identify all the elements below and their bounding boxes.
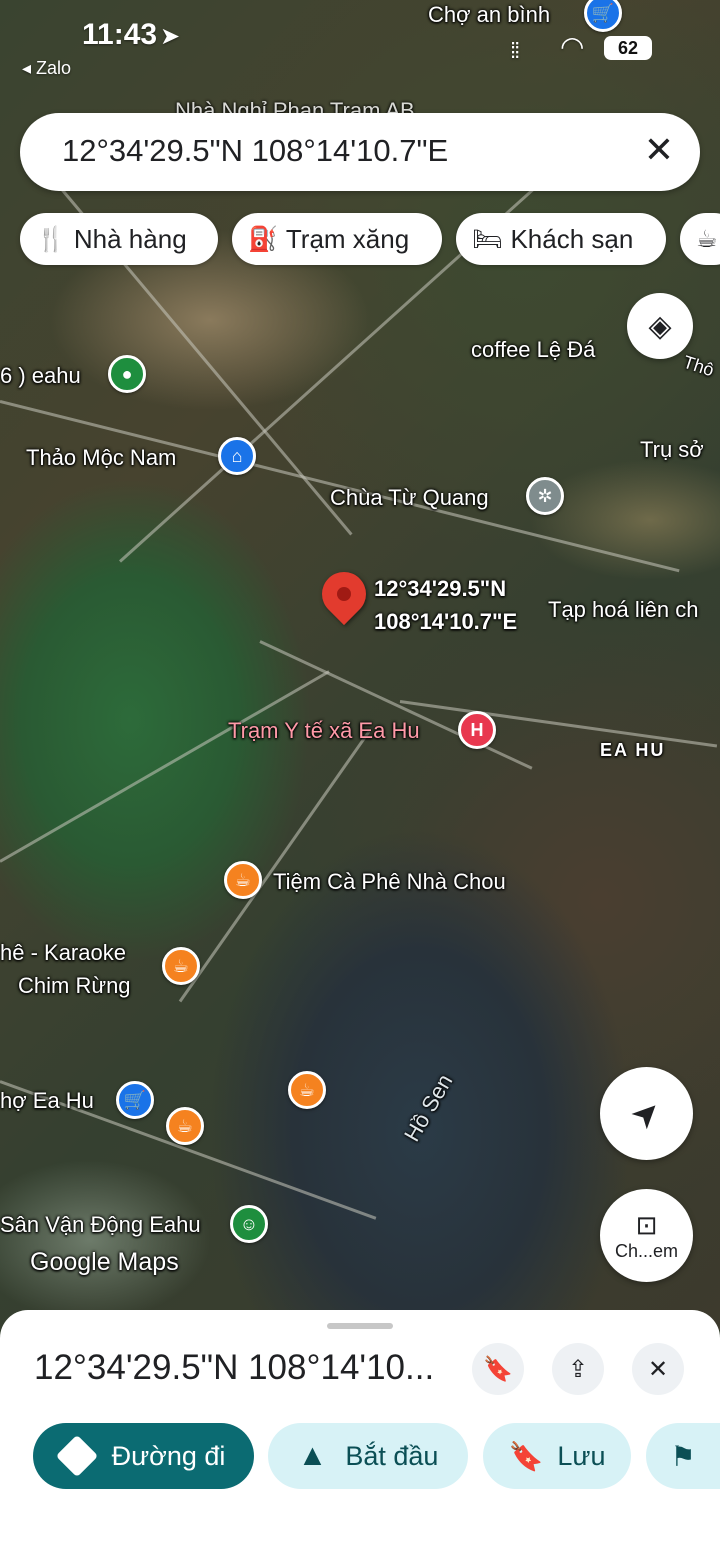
place-label[interactable]: Trạm Y tế xã Ea Hu (228, 718, 420, 744)
shopping-bag-icon[interactable]: ⌂ (218, 437, 256, 475)
chip-gas-stations[interactable]: ⛽ Trạm xăng (232, 213, 442, 265)
navigation-icon: ▲ (297, 1439, 328, 1472)
dropped-pin-icon[interactable] (312, 562, 376, 626)
place-green-icon[interactable]: ● (108, 355, 146, 393)
status-time: 11:43 (82, 18, 158, 51)
place-label[interactable]: hê - Karaoke (0, 940, 126, 966)
chip-label: Khách sạn (510, 223, 634, 254)
area-label: EA HU (600, 740, 666, 760)
pin-coordinate-lng: 108°14'10.7"E (374, 609, 518, 634)
bookmark-icon: 🔖 (508, 1440, 544, 1472)
place-label[interactable]: hợ Ea Hu (0, 1088, 94, 1114)
search-bar[interactable]: 12°34'29.5"N 108°14'10.7"E ✕ (20, 113, 700, 191)
place-label[interactable]: Chùa Từ Quang (330, 485, 489, 511)
close-icon: ✕ (647, 1355, 669, 1383)
cafe-icon: ☕ (696, 225, 718, 253)
place-label[interactable]: 6 ) eahu (0, 363, 81, 389)
bookmark-button[interactable]: 🔖 (472, 1343, 524, 1395)
cafe-icon[interactable]: ☕ (166, 1107, 204, 1145)
hotel-icon: 🛏 (472, 225, 503, 253)
search-query[interactable]: 12°34'29.5"N 108°14'10.7"E (62, 133, 448, 169)
place-label: Thô (680, 351, 717, 381)
save-label: Lưu (557, 1440, 606, 1471)
sheet-drag-handle[interactable] (327, 1323, 393, 1329)
road (399, 700, 718, 748)
directions-label: Đường đi (111, 1440, 226, 1471)
sheet-title: 12°34'29.5"N 108°14'10... (34, 1348, 435, 1387)
recenter-button[interactable]: ➤ (600, 1067, 693, 1160)
battery-indicator: 62 (604, 36, 652, 60)
navigation-arrow-icon: ➤ (622, 1089, 671, 1138)
close-icon[interactable]: ✕ (644, 129, 674, 171)
road (178, 730, 371, 1003)
location-arrow-icon: ➤ (160, 23, 181, 50)
place-label[interactable]: Chợ an bình (428, 2, 550, 28)
camera-search-button[interactable]: ⊡ Ch...em (600, 1189, 693, 1282)
back-caret-icon: ◂ (22, 58, 37, 78)
share-button[interactable]: ⇪ (552, 1343, 604, 1395)
pin-coordinate-lat: 12°34'29.5"N (374, 576, 507, 601)
close-sheet-button[interactable]: ✕ (632, 1343, 684, 1395)
flag-icon: ⚑ (670, 1440, 696, 1472)
road (0, 670, 330, 863)
back-app-label: Zalo (36, 58, 72, 78)
save-button[interactable]: 🔖 Lưu (483, 1423, 631, 1489)
place-label[interactable]: Sân Vận Động Eahu (0, 1212, 201, 1238)
place-label[interactable]: Tiệm Cà Phê Nhà Chou (273, 869, 506, 895)
start-button[interactable]: ▲ Bắt đầu (268, 1423, 468, 1489)
label-button[interactable]: ⚑ (646, 1423, 720, 1489)
signal-icon: ⁞⁞ (510, 38, 520, 63)
directions-button[interactable]: Đường đi (33, 1423, 254, 1489)
share-icon: ⇪ (567, 1355, 589, 1383)
cafe-icon[interactable]: ☕ (224, 861, 262, 899)
bookmark-icon: 🔖 (483, 1355, 513, 1383)
google-maps-watermark: Google Maps (30, 1248, 179, 1276)
hospital-icon[interactable]: H (458, 711, 496, 749)
road (259, 640, 533, 770)
chip-label: Trạm xăng (285, 223, 410, 254)
chip-restaurants[interactable]: 🍴 Nhà hàng (20, 213, 218, 265)
road (28, 150, 353, 536)
wifi-icon: ◠ (560, 31, 585, 62)
temple-icon[interactable]: ✲ (526, 477, 564, 515)
shopping-cart-icon[interactable]: 🛒 (584, 0, 622, 32)
cafe-icon[interactable]: ☕ (288, 1071, 326, 1109)
back-to-app[interactable]: ◂ Zalo (22, 58, 71, 79)
gas-station-icon: ⛽ (248, 225, 278, 253)
camera-icon: ⊡ (635, 1209, 658, 1240)
shopping-cart-icon[interactable]: 🛒 (116, 1081, 154, 1119)
place-label[interactable]: Tạp hoá liên ch (548, 597, 698, 623)
layers-icon: ◈ (648, 309, 672, 343)
place-label[interactable]: Thảo Mộc Nam (26, 445, 176, 471)
place-label[interactable]: Chim Rừng (18, 973, 131, 999)
place-label[interactable]: Trụ sở (640, 437, 704, 463)
chip-label: Nhà hàng (73, 223, 187, 254)
start-label: Bắt đầu (345, 1440, 439, 1471)
restaurant-icon: 🍴 (36, 225, 66, 253)
cafe-icon[interactable]: ☕ (162, 947, 200, 985)
lake-label: Hồ Sen (399, 1069, 458, 1146)
layers-button[interactable]: ◈ (627, 293, 693, 359)
directions-icon (55, 1434, 98, 1478)
stadium-icon[interactable]: ☺ (230, 1205, 268, 1243)
place-label[interactable]: coffee Lệ Đá (471, 337, 595, 363)
camera-button-label: Ch...em (614, 1240, 679, 1261)
chip-hotels[interactable]: 🛏 Khách sạn (456, 213, 666, 265)
